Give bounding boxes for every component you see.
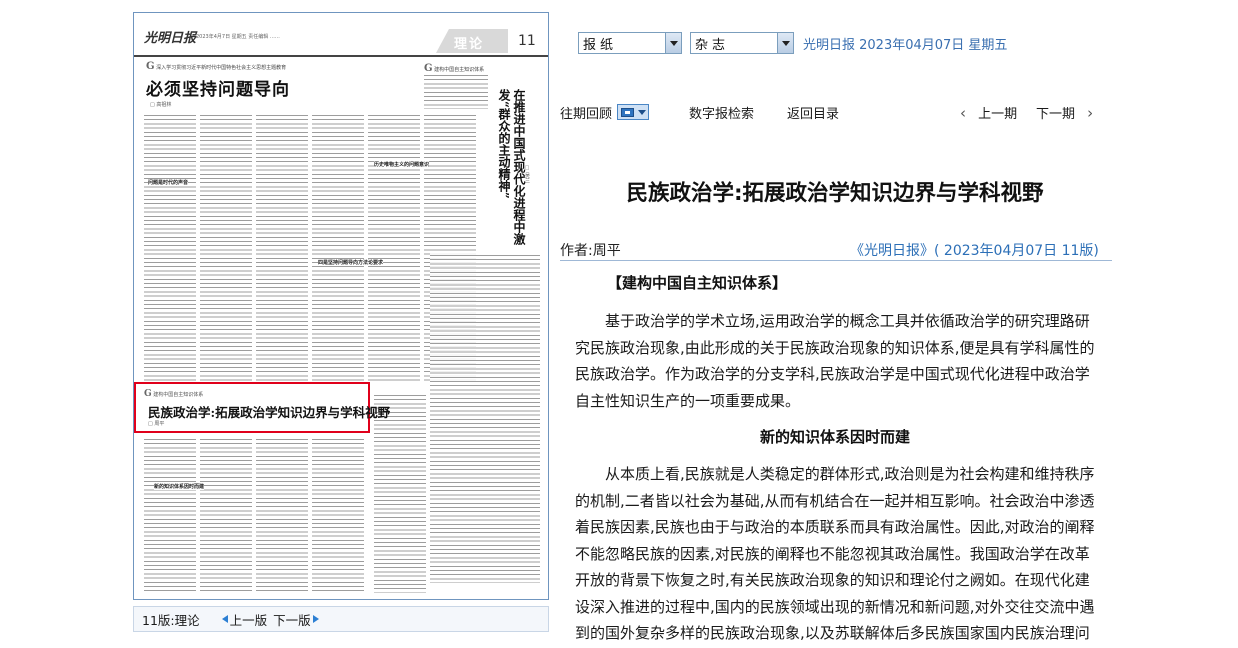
chevron-right-icon: ›	[1087, 104, 1094, 122]
side-headline[interactable]: 在推进中国式现代化进程中激发“群众的主动精神”	[496, 89, 526, 249]
next-edition-label: 下一版	[273, 612, 311, 628]
text-column	[430, 253, 540, 583]
article-paragraph: 基于政治学的学术立场,运用政治学的概念工具并依循政治学的研究理路研究民族政治现象…	[575, 312, 1095, 410]
prev-issue-link[interactable]: ‹ 上一期	[960, 103, 1017, 122]
chevron-left-icon: ‹	[960, 104, 966, 122]
magazine-select-value: 杂志	[695, 37, 730, 53]
article-source-link[interactable]: 《光明日报》( 2023年04月07日 11版)	[850, 240, 1099, 260]
arrow-right-icon	[312, 615, 319, 623]
arrow-left-icon	[221, 615, 228, 623]
chevron-down-icon	[638, 110, 646, 115]
lead-kicker[interactable]: G 深入学习贯彻习近平新时代中国特色社会主义思想主题教育	[146, 61, 286, 72]
side-byline: □ 吴兰	[524, 165, 530, 183]
text-column	[256, 437, 308, 593]
article-title: 民族政治学:拓展政治学知识边界与学科视野	[626, 181, 1044, 206]
newspaper-masthead: 光明日报 2023年4月7日 星期五 责任编辑 …… 理论 11	[134, 13, 548, 57]
highlight-title: 民族政治学:拓展政治学知识边界与学科视野	[148, 405, 391, 420]
edition-nav: 11版:理论 上一版 下一版	[133, 606, 549, 632]
np-subhead: 四是坚持问题导向方法论要求	[318, 259, 384, 266]
next-issue-label: 下一期	[1036, 107, 1076, 122]
newspaper-page[interactable]: 光明日报 2023年4月7日 星期五 责任编辑 …… 理论 11 G 深入学习贯…	[133, 12, 549, 600]
lead-byline: □ 高祖林	[150, 102, 172, 108]
magazine-select[interactable]: 杂志	[690, 32, 794, 54]
highlight-kicker-text: 建构中国自主知识体系	[153, 392, 204, 398]
text-column	[312, 437, 364, 593]
text-column	[374, 393, 426, 593]
highlight-kicker: G 建构中国自主知识体系	[144, 389, 203, 399]
text-column	[144, 113, 196, 381]
prev-issue-label: 上一期	[978, 107, 1018, 122]
text-column	[424, 73, 488, 109]
text-column	[256, 113, 308, 381]
article-paragraph: 从本质上看,民族就是人类稳定的群体形式,政治则是为社会构建和维持秩序的机制,二者…	[575, 465, 1095, 642]
np-subhead: 新的知识体系因时而建	[154, 483, 205, 490]
digital-search-link[interactable]: 数字报检索	[689, 103, 754, 122]
chevron-down-icon	[665, 33, 681, 53]
section-heading: 【建构中国自主知识体系】	[607, 274, 788, 292]
article-author: 作者:周平	[560, 243, 621, 259]
newspaper-select[interactable]: 报纸	[578, 32, 682, 54]
g-logo-icon: G	[144, 389, 152, 399]
issue-date: 光明日报 2023年04月07日 星期五	[803, 38, 1008, 53]
prev-edition-label: 上一版	[229, 612, 268, 628]
text-column	[312, 113, 364, 381]
prev-edition-link[interactable]: 上一版	[221, 610, 268, 629]
np-subhead: 历史唯物主义的问题意识	[374, 161, 430, 168]
newspaper-logo: 光明日报	[144, 31, 197, 46]
calendar-icon	[621, 108, 634, 117]
next-issue-link[interactable]: 下一期 ›	[1036, 103, 1093, 122]
current-edition-link[interactable]: 11版:理论	[142, 610, 200, 629]
newspaper-meta: 2023年4月7日 星期五 责任编辑 ……	[196, 34, 280, 40]
text-column	[200, 437, 252, 593]
chevron-down-icon	[777, 33, 793, 53]
highlighted-article-link[interactable]: G 建构中国自主知识体系 民族政治学:拓展政治学知识边界与学科视野 □ 周平	[134, 382, 390, 433]
back-to-toc-link[interactable]: 返回目录	[787, 103, 839, 122]
lead-headline[interactable]: 必须坚持问题导向	[146, 75, 290, 100]
divider	[560, 260, 1112, 261]
lead-kicker-text: 深入学习贯彻习近平新时代中国特色社会主义思想主题教育	[156, 65, 287, 71]
section-label: 理论	[454, 37, 485, 52]
g-logo-icon: G	[146, 61, 155, 72]
text-column	[144, 437, 196, 593]
section-tag: 理论 11	[436, 29, 548, 55]
article-subheading: 新的知识体系因时而建	[760, 428, 911, 446]
past-review-link[interactable]: 往期回顾	[560, 103, 612, 122]
page-number: 11	[518, 33, 536, 49]
calendar-button[interactable]	[617, 104, 649, 120]
highlight-byline: □ 周平	[148, 421, 165, 427]
text-column	[200, 113, 252, 381]
next-edition-link[interactable]: 下一版	[273, 610, 319, 629]
text-column	[368, 113, 420, 381]
newspaper-select-value: 报纸	[583, 37, 618, 53]
np-subhead: 问题是时代的声音	[148, 179, 189, 186]
